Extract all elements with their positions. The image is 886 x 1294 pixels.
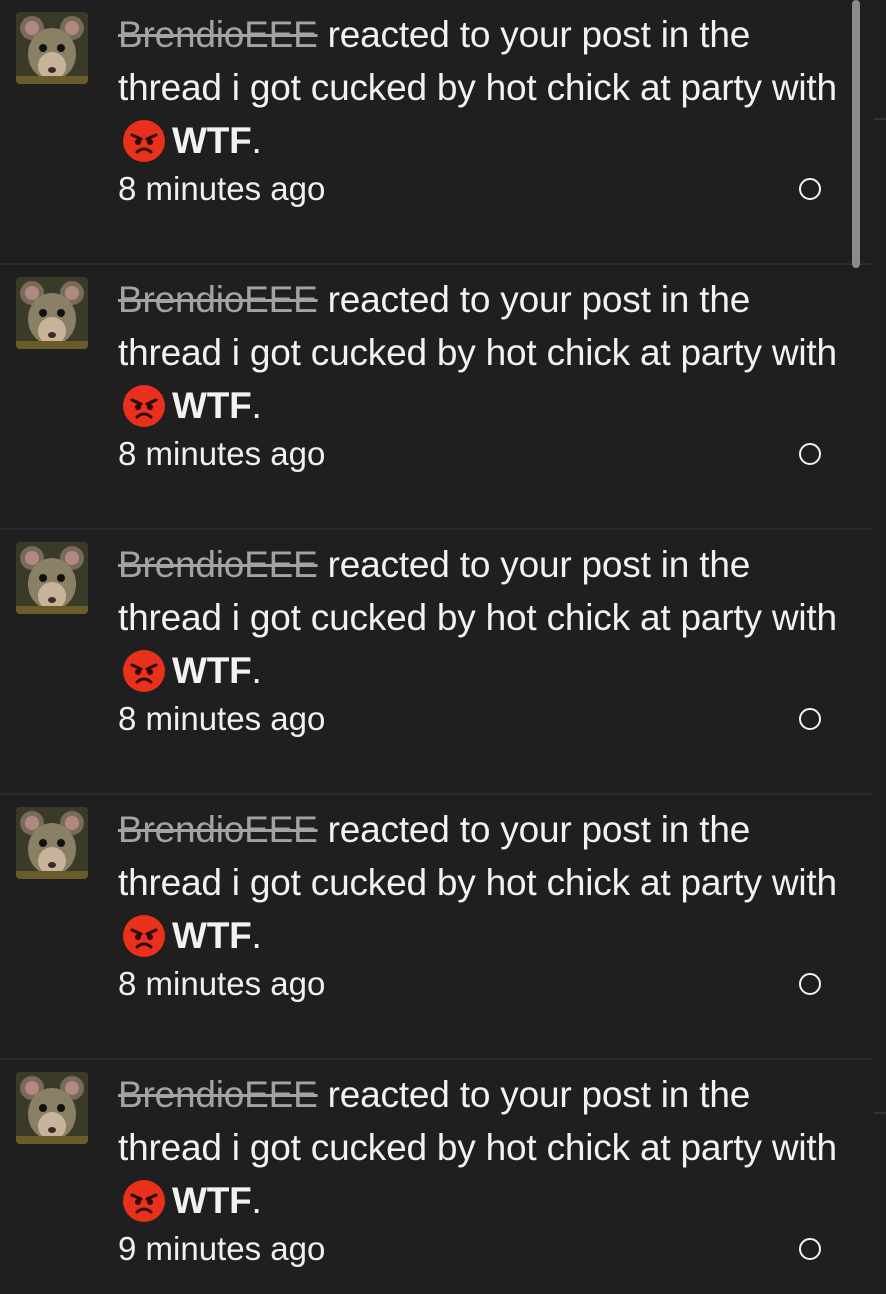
trailing-period: .	[251, 915, 262, 956]
notification-message: BrendioEEE reacted to your post in the t…	[118, 538, 838, 697]
notification-content: BrendioEEE reacted to your post in the t…	[118, 538, 838, 741]
angry-face-icon	[123, 120, 165, 162]
mark-read-toggle[interactable]	[799, 178, 821, 200]
timestamp: 8 minutes ago	[118, 435, 326, 472]
mark-read-toggle[interactable]	[799, 1238, 821, 1260]
mark-read-toggle[interactable]	[799, 973, 821, 995]
username-link[interactable]: BrendioEEE	[118, 544, 318, 585]
notification-content: BrendioEEE reacted to your post in the t…	[118, 273, 838, 476]
angry-face-icon	[123, 385, 165, 427]
avatar[interactable]	[16, 807, 88, 879]
reaction-label: WTF	[172, 1180, 252, 1221]
notification-content: BrendioEEE reacted to your post in the t…	[118, 1068, 838, 1271]
scrollbar[interactable]	[852, 0, 860, 268]
timestamp: 9 minutes ago	[118, 1230, 326, 1267]
avatar[interactable]	[16, 542, 88, 614]
mark-read-toggle[interactable]	[799, 708, 821, 730]
notification-item[interactable]: BrendioEEE reacted to your post in the t…	[0, 530, 872, 795]
trailing-period: .	[251, 385, 262, 426]
angry-face-icon	[123, 650, 165, 692]
notification-message: BrendioEEE reacted to your post in the t…	[118, 8, 838, 167]
notification-message: BrendioEEE reacted to your post in the t…	[118, 273, 838, 432]
timestamp: 8 minutes ago	[118, 170, 326, 207]
notification-message: BrendioEEE reacted to your post in the t…	[118, 1068, 838, 1227]
reaction-label: WTF	[172, 385, 252, 426]
angry-face-icon	[123, 1180, 165, 1222]
notification-content: BrendioEEE reacted to your post in the t…	[118, 8, 838, 211]
notification-content: BrendioEEE reacted to your post in the t…	[118, 803, 838, 1006]
trailing-period: .	[251, 1180, 262, 1221]
avatar[interactable]	[16, 12, 88, 84]
timestamp: 8 minutes ago	[118, 700, 326, 737]
username-link[interactable]: BrendioEEE	[118, 809, 318, 850]
notification-list: BrendioEEE reacted to your post in the t…	[0, 0, 886, 1294]
trailing-period: .	[251, 650, 262, 691]
avatar[interactable]	[16, 1072, 88, 1144]
timestamp: 8 minutes ago	[118, 965, 326, 1002]
divider	[874, 118, 886, 120]
mark-read-toggle[interactable]	[799, 443, 821, 465]
notification-item[interactable]: BrendioEEE reacted to your post in the t…	[0, 1060, 872, 1294]
notification-item[interactable]: BrendioEEE reacted to your post in the t…	[0, 795, 872, 1060]
divider	[874, 1112, 886, 1114]
reaction-label: WTF	[172, 120, 252, 161]
notification-item[interactable]: BrendioEEE reacted to your post in the t…	[0, 0, 872, 265]
username-link[interactable]: BrendioEEE	[118, 279, 318, 320]
avatar[interactable]	[16, 277, 88, 349]
username-link[interactable]: BrendioEEE	[118, 1074, 318, 1115]
notification-item[interactable]: BrendioEEE reacted to your post in the t…	[0, 265, 872, 530]
notification-message: BrendioEEE reacted to your post in the t…	[118, 803, 838, 962]
angry-face-icon	[123, 915, 165, 957]
trailing-period: .	[251, 120, 262, 161]
username-link[interactable]: BrendioEEE	[118, 14, 318, 55]
reaction-label: WTF	[172, 650, 252, 691]
reaction-label: WTF	[172, 915, 252, 956]
